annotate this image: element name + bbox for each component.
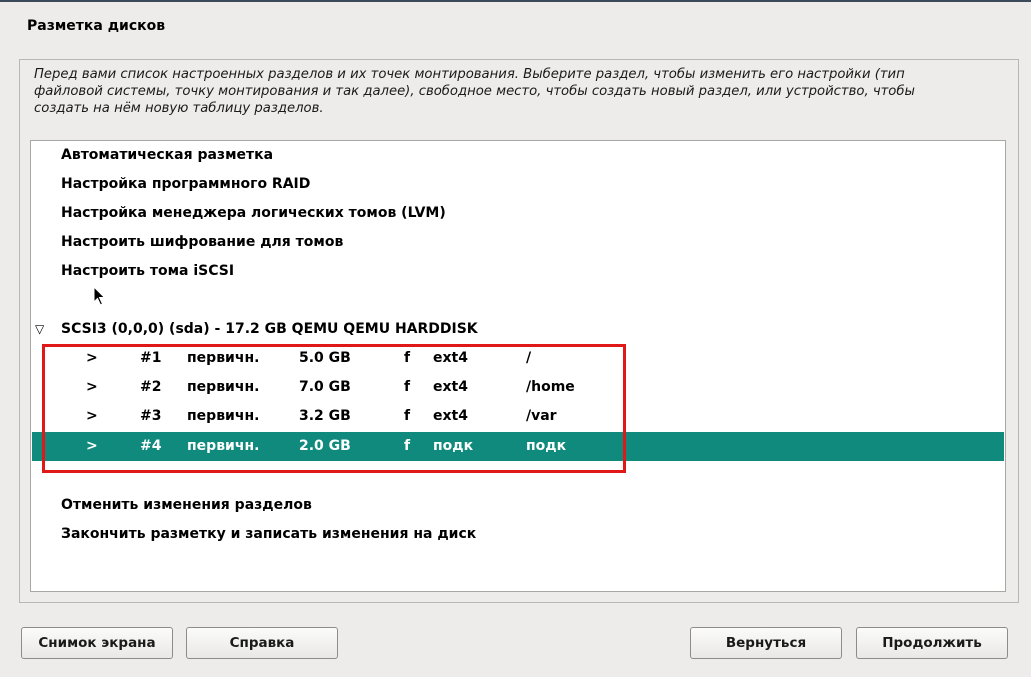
help-button[interactable]: Справка: [186, 627, 338, 659]
partition-type: первичн.: [187, 350, 260, 366]
partition-filesystem: подк: [433, 438, 474, 454]
menu-item-software-raid[interactable]: Настройка программного RAID: [32, 170, 1004, 199]
partition-type: первичн.: [187, 438, 260, 454]
partition-mountpoint: /home: [526, 379, 575, 395]
partition-type: первичн.: [187, 408, 260, 424]
partition-mountpoint: /: [526, 350, 532, 366]
menu-item-auto-partition[interactable]: Автоматическая разметка: [32, 141, 1004, 170]
disk-label: SCSI3 (0,0,0) (sda) - 17.2 GB QEMU QEMU …: [61, 321, 478, 337]
partition-size: 7.0 GB: [299, 379, 351, 395]
menu-item-label: Настройка программного RAID: [61, 176, 311, 192]
menu-item-finish-partitioning[interactable]: Закончить разметку и записать изменения …: [32, 520, 1004, 549]
page-title: Разметка дисков: [27, 18, 166, 34]
mouse-pointer-icon: [93, 285, 107, 310]
menu-item-label: Отменить изменения разделов: [61, 497, 312, 513]
menu-item-iscsi[interactable]: Настроить тома iSCSI: [32, 257, 1004, 286]
partition-type: первичн.: [187, 379, 260, 395]
partition-number: #2: [140, 379, 162, 395]
window-top-border: [0, 0, 1031, 2]
partition-size: 3.2 GB: [299, 408, 351, 424]
continue-button[interactable]: Продолжить: [856, 627, 1008, 659]
partition-row-1[interactable]: > #1 первичн. 5.0 GB f ext4 /: [32, 344, 1004, 373]
partition-filesystem: ext4: [433, 350, 468, 366]
partition-number: #4: [140, 438, 162, 454]
menu-item-label: Настроить шифрование для томов: [61, 234, 344, 250]
partition-arrow: >: [86, 379, 98, 395]
partition-filesystem: ext4: [433, 408, 468, 424]
description-text: Перед вами список настроенных разделов и…: [34, 67, 915, 116]
expand-triangle-icon[interactable]: ▽: [35, 315, 44, 344]
menu-item-encryption[interactable]: Настроить шифрование для томов: [32, 228, 1004, 257]
partition-mountpoint: /var: [526, 408, 557, 424]
menu-item-label: Настроить тома iSCSI: [61, 263, 235, 279]
screenshot-button[interactable]: Снимок экрана: [21, 627, 173, 659]
partition-size: 2.0 GB: [299, 438, 351, 454]
disk-row-sda[interactable]: ▽ SCSI3 (0,0,0) (sda) - 17.2 GB QEMU QEM…: [32, 315, 1004, 344]
menu-item-undo-changes[interactable]: Отменить изменения разделов: [32, 491, 1004, 520]
partition-row-2[interactable]: > #2 первичн. 7.0 GB f ext4 /home: [32, 373, 1004, 402]
menu-item-label: Настройка менеджера логических томов (LV…: [61, 205, 446, 221]
partition-listbox[interactable]: Автоматическая разметка Настройка програ…: [30, 140, 1006, 592]
back-button[interactable]: Вернуться: [690, 627, 842, 659]
partition-flag: f: [404, 379, 411, 395]
partition-filesystem: ext4: [433, 379, 468, 395]
partition-arrow: >: [86, 408, 98, 424]
partition-size: 5.0 GB: [299, 350, 351, 366]
partition-arrow: >: [86, 350, 98, 366]
menu-item-label: Автоматическая разметка: [61, 147, 274, 163]
partition-row-3[interactable]: > #3 первичн. 3.2 GB f ext4 /var: [32, 402, 1004, 431]
partition-number: #1: [140, 350, 162, 366]
partition-number: #3: [140, 408, 162, 424]
partition-flag: f: [404, 408, 411, 424]
menu-item-label: Закончить разметку и записать изменения …: [61, 526, 477, 542]
partition-flag: f: [404, 350, 411, 366]
partition-flag: f: [404, 438, 411, 454]
menu-item-lvm[interactable]: Настройка менеджера логических томов (LV…: [32, 199, 1004, 228]
partition-row-4-selected[interactable]: > #4 первичн. 2.0 GB f подк подк: [32, 432, 1004, 461]
partition-arrow: >: [86, 438, 98, 454]
partition-mountpoint: подк: [526, 438, 567, 454]
